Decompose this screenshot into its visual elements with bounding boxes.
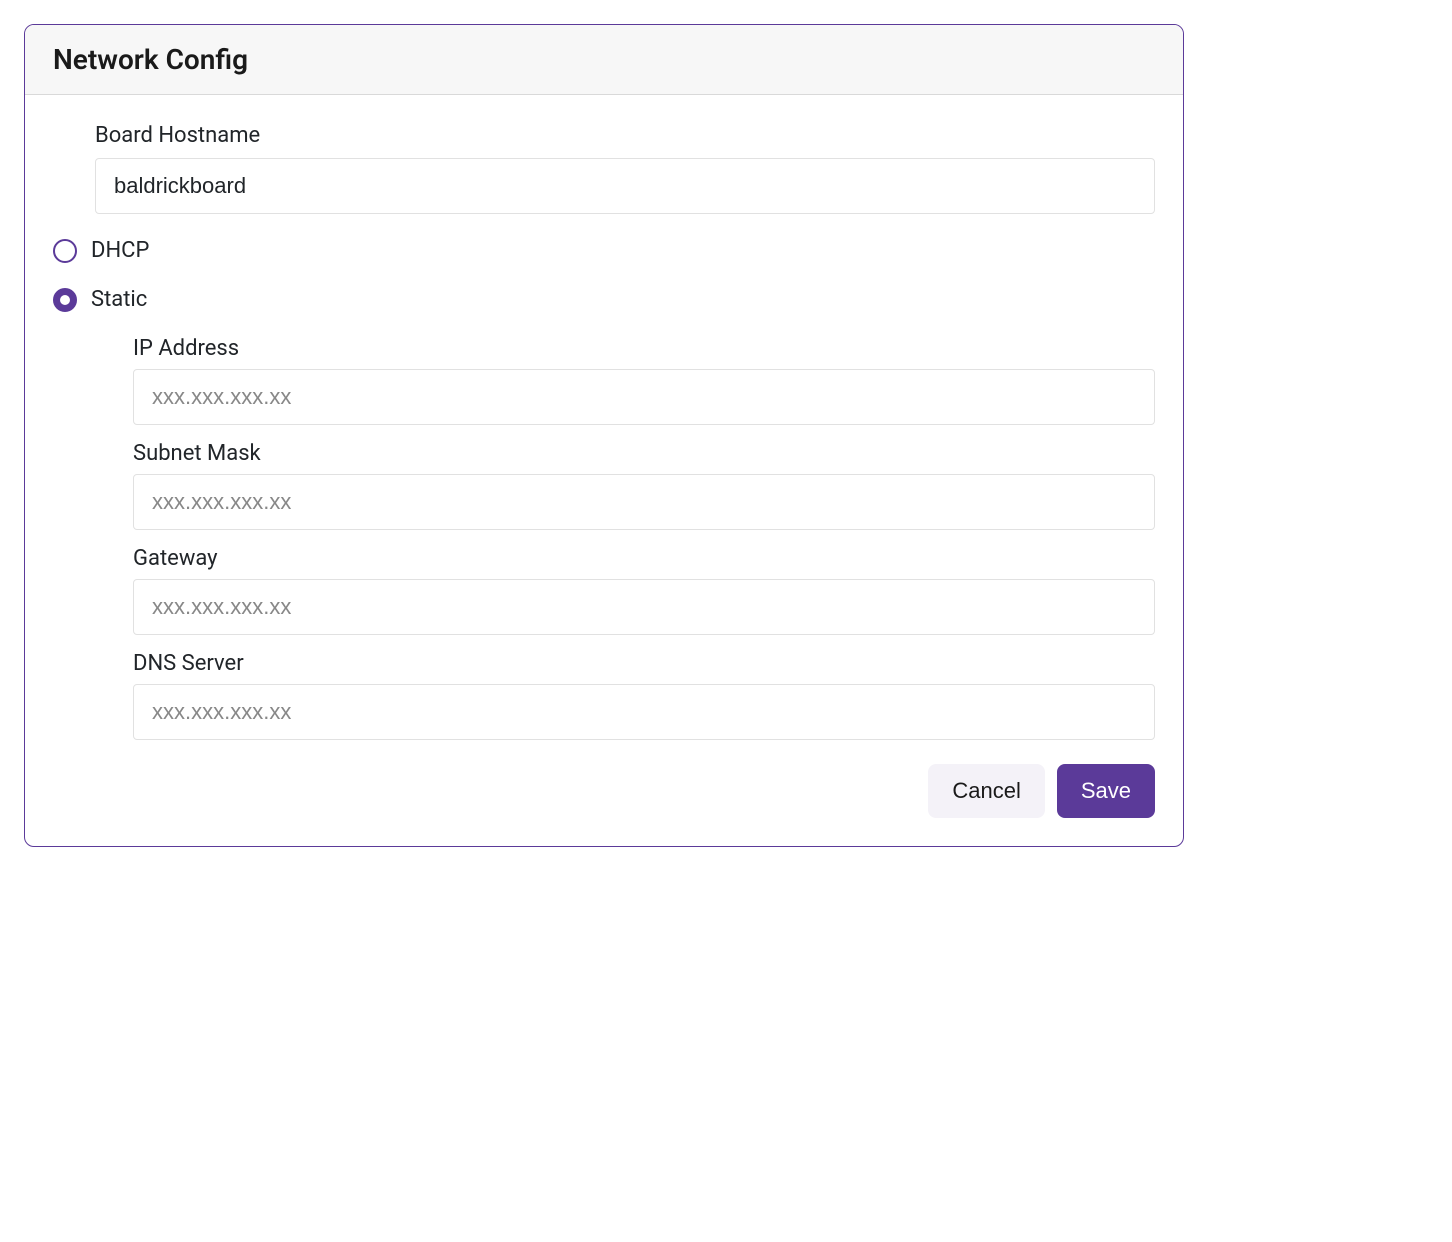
dhcp-radio-label: DHCP [91,238,149,263]
subnet-mask-label: Subnet Mask [133,441,1155,466]
static-radio-label: Static [91,287,147,312]
ip-address-input[interactable] [133,369,1155,425]
dns-server-label: DNS Server [133,651,1155,676]
radio-checked-icon [53,288,77,312]
network-config-panel: Network Config Board Hostname DHCP Stati… [24,24,1184,847]
gateway-input[interactable] [133,579,1155,635]
radio-unchecked-icon [53,239,77,263]
panel-title: Network Config [53,43,1155,76]
dhcp-radio-row[interactable]: DHCP [53,238,1155,263]
dns-server-group: DNS Server [133,651,1155,740]
dns-server-input[interactable] [133,684,1155,740]
hostname-label: Board Hostname [95,123,1155,148]
hostname-group: Board Hostname [95,123,1155,214]
static-fields: IP Address Subnet Mask Gateway DNS Serve… [133,336,1155,740]
panel-body: Board Hostname DHCP Static IP Address Su… [25,95,1183,846]
hostname-input[interactable] [95,158,1155,214]
gateway-label: Gateway [133,546,1155,571]
gateway-group: Gateway [133,546,1155,635]
panel-header: Network Config [25,25,1183,95]
ip-address-label: IP Address [133,336,1155,361]
cancel-button[interactable]: Cancel [928,764,1044,818]
ip-address-group: IP Address [133,336,1155,425]
save-button[interactable]: Save [1057,764,1155,818]
subnet-mask-group: Subnet Mask [133,441,1155,530]
button-row: Cancel Save [53,764,1155,818]
static-radio-row[interactable]: Static [53,287,1155,312]
subnet-mask-input[interactable] [133,474,1155,530]
